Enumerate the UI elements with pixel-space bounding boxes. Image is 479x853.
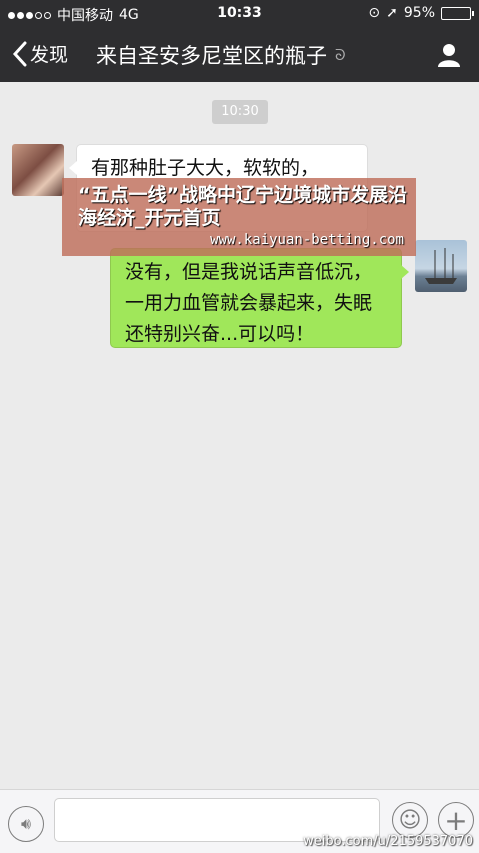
ship-image bbox=[425, 248, 457, 284]
rotation-lock-icon: ⊙ bbox=[368, 5, 381, 21]
emoji-icon: ☺ bbox=[398, 807, 422, 833]
voice-icon: 🔊︎ bbox=[20, 814, 32, 833]
chevron-left-icon bbox=[12, 41, 27, 66]
message-timestamp: 10:30 bbox=[212, 100, 268, 124]
own-avatar[interactable] bbox=[415, 240, 467, 292]
profile-icon[interactable] bbox=[437, 42, 461, 68]
status-right: ⊙ ➚ 95% bbox=[368, 5, 474, 21]
nav-bar: 发现 来自圣安多尼堂区的瓶子 ᘐ bbox=[0, 28, 479, 82]
battery-icon bbox=[441, 6, 474, 20]
battery-percent: 95% bbox=[403, 5, 435, 21]
plus-icon: + bbox=[444, 803, 468, 837]
watermark-overlay: “五点一线”战略中辽宁边境城市发展沿海经济_开元首页 www.kaiyuan-b… bbox=[62, 178, 416, 256]
message-bubble-sent[interactable]: 没有，但是我说话声音低沉，一用力血管就会暴起来，失眠还特别兴奋...可以吗！ bbox=[110, 248, 409, 348]
status-bar: 中国移动 4G 10:33 ⊙ ➚ 95% bbox=[0, 0, 479, 28]
back-button[interactable]: 发现 bbox=[12, 40, 68, 67]
more-button[interactable]: + bbox=[438, 802, 474, 838]
source-credit: weibo.com/u/2159537070 bbox=[303, 834, 473, 849]
voice-button[interactable]: 🔊︎ bbox=[8, 806, 44, 842]
page-title: 来自圣安多尼堂区的瓶子 bbox=[96, 44, 327, 68]
watermark-title: “五点一线”战略中辽宁边境城市发展沿海经济_开元首页 bbox=[78, 184, 407, 229]
input-bar: 🔊︎ ☺ + weibo.com/u/2159537070 bbox=[0, 789, 479, 853]
emoji-button[interactable]: ☺ bbox=[392, 802, 428, 838]
page-title-group: 来自圣安多尼堂区的瓶子 ᘐ bbox=[96, 40, 346, 70]
sender-avatar[interactable] bbox=[12, 144, 64, 196]
location-icon: ➚ bbox=[386, 5, 398, 21]
watermark-url: www.kaiyuan-betting.com bbox=[210, 232, 404, 248]
back-label: 发现 bbox=[30, 44, 69, 66]
ear-icon: ᘐ bbox=[335, 46, 346, 64]
